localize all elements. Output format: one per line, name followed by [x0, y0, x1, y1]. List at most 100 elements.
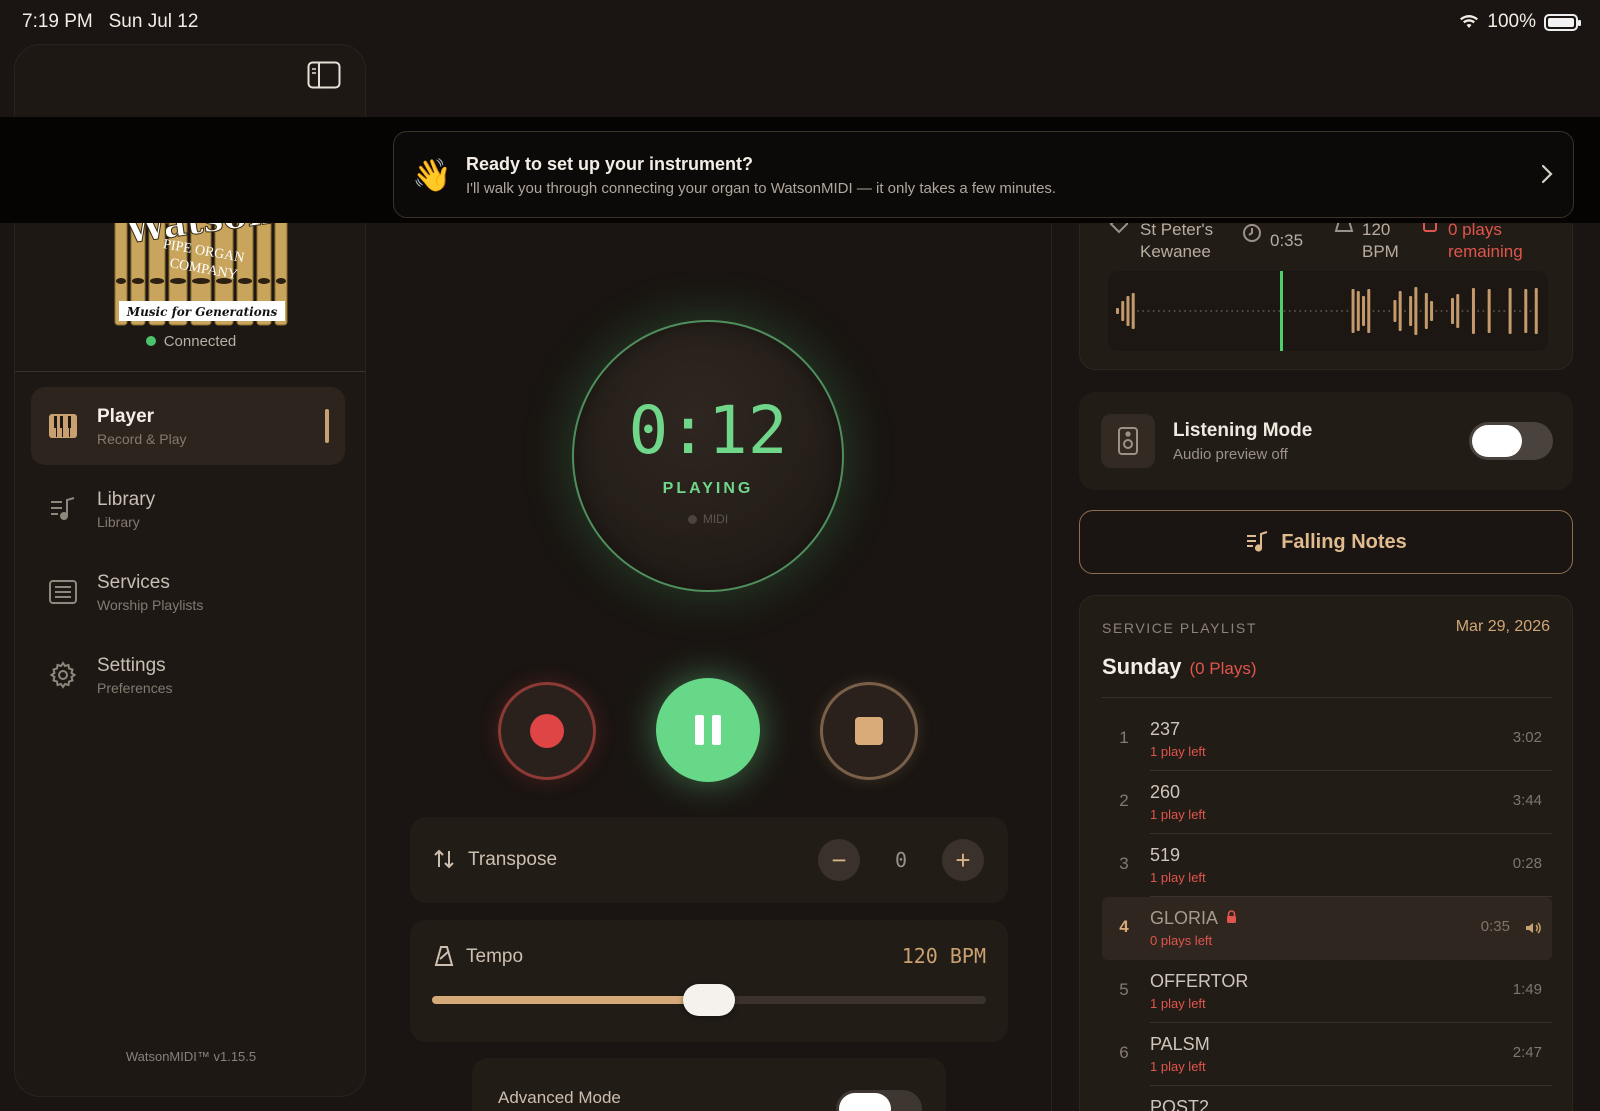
- tempo-slider-thumb[interactable]: [683, 984, 735, 1016]
- waveform-bar: [1503, 310, 1506, 312]
- sidebar-item-player[interactable]: Player Record & Play: [31, 387, 345, 465]
- list-document-icon: [47, 576, 79, 608]
- row-duration: 3:44: [1512, 792, 1542, 809]
- waveform-bar: [1314, 310, 1317, 312]
- nav-subtitle: Preferences: [97, 679, 173, 696]
- waveform-bar: [1267, 310, 1270, 312]
- row-number: 6: [1119, 1043, 1129, 1062]
- setup-banner[interactable]: 👋 Ready to set up your instrument? I'll …: [393, 131, 1574, 218]
- sidebar-item-settings[interactable]: Settings Preferences: [31, 636, 345, 714]
- now-playing-card: St Peter's Kewanee 0:35 120 BPM 0 plays …: [1079, 210, 1573, 370]
- transpose-panel: Transpose − 0 +: [410, 817, 1008, 903]
- stop-button[interactable]: [820, 682, 918, 780]
- clock-icon: [1243, 224, 1261, 242]
- tempo-panel: Tempo 120 BPM: [410, 920, 1008, 1042]
- waveform-bar: [1142, 310, 1145, 312]
- waveform-graph: [1116, 271, 1538, 351]
- playlist-name: Sunday: [1102, 654, 1182, 679]
- waveform-bar: [1461, 310, 1464, 312]
- waveform-bar: [1121, 301, 1125, 321]
- waveform-bar: [1184, 310, 1187, 312]
- waveform-bar: [1273, 310, 1276, 312]
- playback-timer: 0:12 PLAYING MIDI: [572, 320, 844, 592]
- waveform-bar: [1513, 310, 1516, 312]
- falling-notes-button[interactable]: Falling Notes: [1079, 510, 1573, 574]
- waveform-bar: [1451, 298, 1455, 324]
- connection-label: Connected: [163, 333, 237, 350]
- column-divider: [1051, 223, 1052, 1111]
- waveform-bar: [1204, 310, 1207, 312]
- row-title-wrap: GLORIA: [1150, 908, 1237, 929]
- transpose-increase-button[interactable]: +: [942, 839, 984, 881]
- waveform-bar: [1492, 310, 1495, 312]
- waveform-bar: [1252, 310, 1255, 312]
- row-title: POST2: [1150, 1097, 1210, 1111]
- sidebar-toggle-icon[interactable]: [307, 61, 341, 89]
- lock-icon: [1227, 910, 1237, 923]
- playlist-row[interactable]: 5 OFFERTOR 1 play left 1:49: [1102, 960, 1552, 1023]
- playlist-row[interactable]: 2 260 1 play left 3:44: [1102, 771, 1552, 834]
- row-title: 519: [1150, 845, 1181, 865]
- listening-mode-toggle[interactable]: [1469, 422, 1553, 460]
- waveform-bar: [1477, 310, 1480, 312]
- listening-mode-card: Listening Mode Audio preview off: [1079, 392, 1573, 490]
- tempo-slider[interactable]: [432, 984, 986, 1016]
- playlist-row[interactable]: 6 PALSM 1 play left 2:47: [1102, 1023, 1552, 1086]
- advanced-mode-panel: Advanced Mode: [472, 1058, 946, 1111]
- row-title: 237: [1150, 719, 1181, 739]
- row-title: GLORIA: [1150, 908, 1218, 928]
- row-duration: 0:28: [1512, 855, 1542, 872]
- sidebar-item-services[interactable]: Services Worship Playlists: [31, 553, 345, 631]
- record-button[interactable]: [498, 682, 596, 780]
- waveform-bar: [1215, 310, 1218, 312]
- waveform-bar: [1194, 310, 1197, 312]
- row-number: 2: [1119, 791, 1129, 810]
- advanced-mode-toggle[interactable]: [836, 1090, 922, 1111]
- waveform-bar: [1199, 310, 1202, 312]
- waveform-bar: [1309, 310, 1312, 312]
- pause-button[interactable]: [656, 678, 760, 782]
- waveform-bar: [1393, 300, 1397, 322]
- waveform-bar: [1220, 310, 1223, 312]
- advanced-mode-label: Advanced Mode: [498, 1088, 621, 1107]
- waveform-bar: [1330, 310, 1333, 312]
- waveform-bar: [1189, 310, 1192, 312]
- waveform-bar: [1534, 288, 1538, 334]
- tempo-label: Tempo: [466, 946, 524, 967]
- waveform-bar: [1346, 310, 1349, 312]
- waveform-bar: [1367, 289, 1371, 333]
- waveform-bar: [1288, 310, 1291, 312]
- waveform-bar: [1168, 310, 1171, 312]
- song-plays-remaining: 0 plays remaining: [1448, 219, 1523, 263]
- waveform-bar: [1136, 310, 1139, 312]
- waveform-bar: [1210, 310, 1213, 312]
- waveform-bar: [1320, 310, 1323, 312]
- transpose-decrease-button[interactable]: −: [818, 839, 860, 881]
- playlist-row-current[interactable]: 4 GLORIA 0 plays left 0:35: [1102, 897, 1552, 960]
- waveform-bar: [1341, 310, 1344, 312]
- playlist-row[interactable]: POST2: [1102, 1086, 1552, 1111]
- waveform-bar: [1335, 310, 1338, 312]
- battery-percent: 100%: [1487, 11, 1536, 32]
- waveform-bar: [1471, 288, 1475, 334]
- music-list-icon: [47, 493, 79, 525]
- row-duration: 2:47: [1512, 1044, 1542, 1061]
- waveform-bar: [1456, 294, 1460, 328]
- midi-dot-icon: [687, 515, 697, 524]
- waveform-bar: [1131, 293, 1135, 329]
- gear-icon: [47, 659, 79, 691]
- status-clock: 7:19 PM Sun Jul 12: [22, 11, 198, 33]
- sidebar-item-library[interactable]: Library Library: [31, 470, 345, 548]
- waveform-bar: [1304, 310, 1307, 312]
- waveform-bar: [1414, 287, 1418, 335]
- transpose-arrows-icon: [434, 849, 454, 869]
- stop-icon: [855, 717, 883, 745]
- waveform-bar: [1435, 310, 1438, 312]
- waveform-bar: [1529, 310, 1532, 312]
- waveform-bar: [1388, 310, 1391, 312]
- playlist-row[interactable]: 3 519 1 play left 0:28: [1102, 834, 1552, 897]
- music-list-icon: [1247, 531, 1268, 552]
- battery-icon: [1544, 13, 1581, 31]
- playlist-row[interactable]: 1 237 1 play left 3:02: [1102, 708, 1552, 771]
- nav-title: Settings: [97, 654, 166, 676]
